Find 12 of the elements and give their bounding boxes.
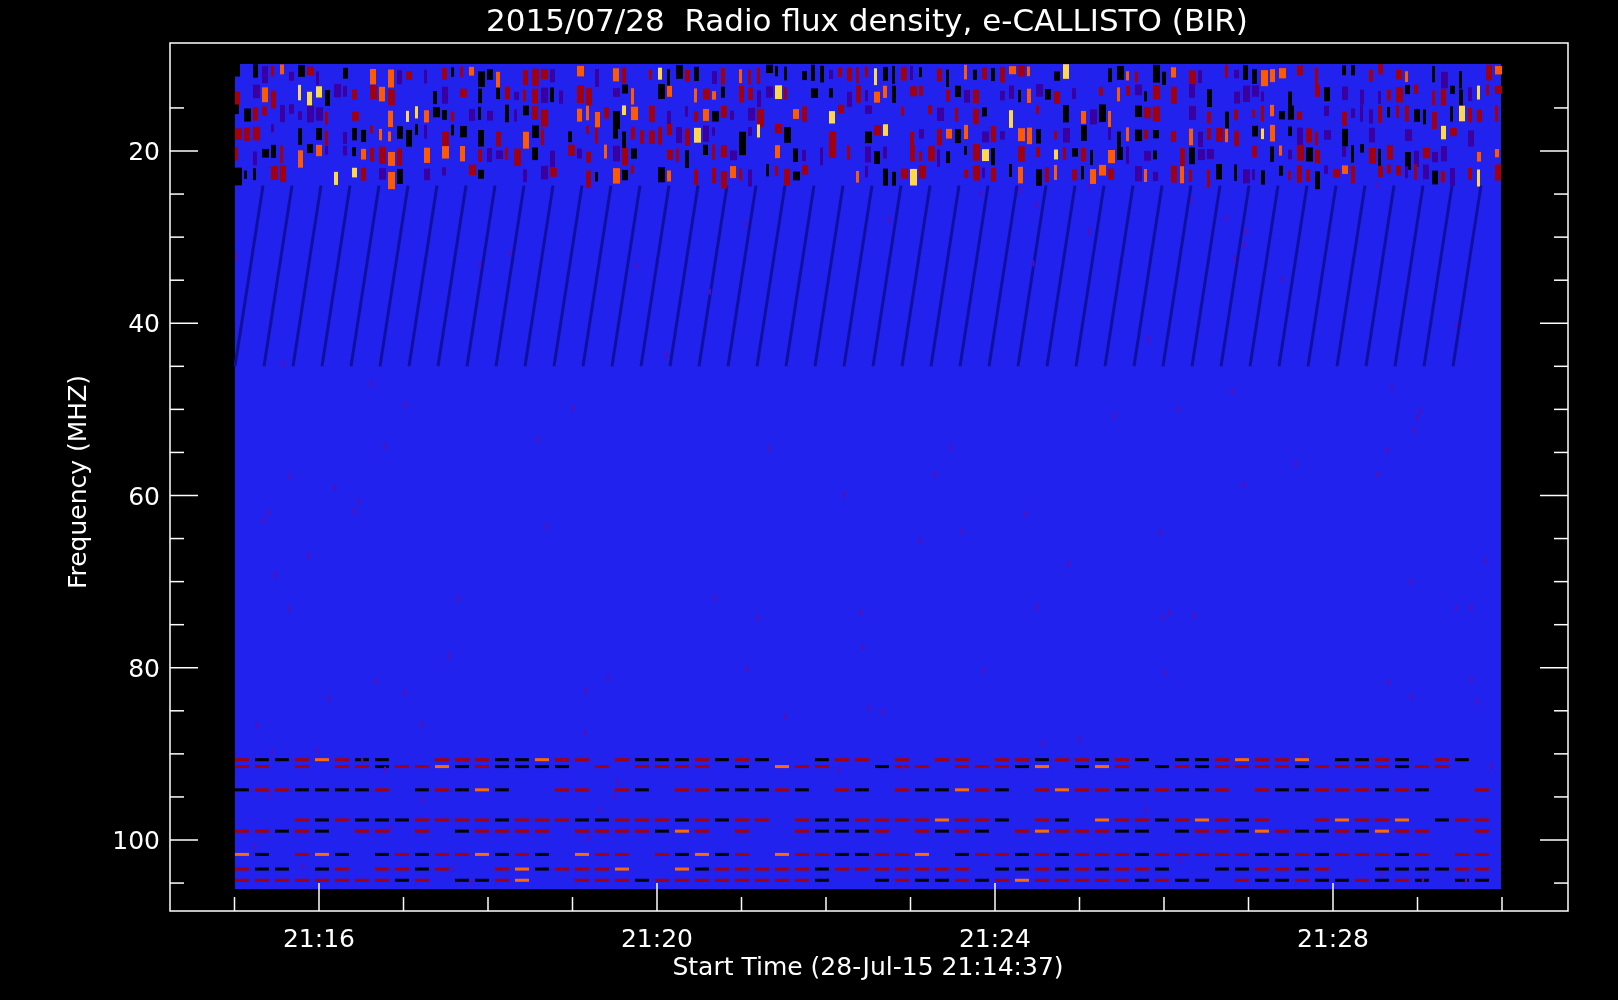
x-axis-label: Start Time (28-Jul-15 21:14:37) [672,952,1064,981]
tick-label: 80 [128,653,160,683]
tick-label: 21:28 [1297,924,1369,953]
tick-label: 40 [128,309,160,339]
tick-label: 60 [128,481,160,511]
tick-label: 21:24 [959,924,1031,953]
y-axis-label: Frequency (MHZ) [63,374,92,590]
tick-label: 100 [112,826,160,855]
chart-title: 2015/07/28 Radio flux density, e-CALLISTO (BIR) [486,2,1248,38]
tick-label: 21:16 [283,924,355,953]
tick-label: 21:20 [621,924,693,953]
tick-label: 20 [128,137,160,166]
